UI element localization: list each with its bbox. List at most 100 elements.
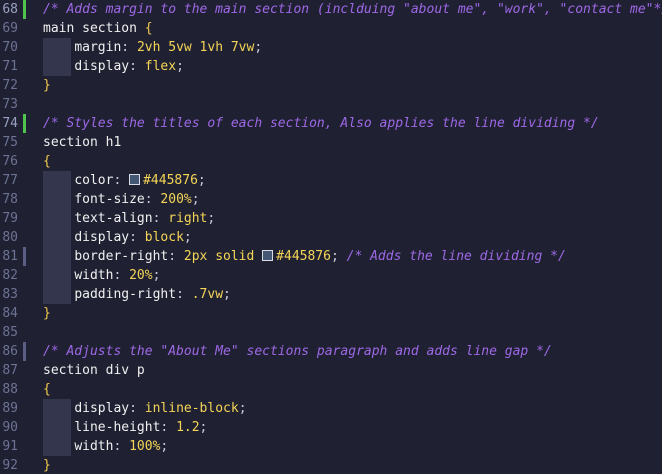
git-modified-indicator (23, 342, 26, 361)
token-punct: ; (254, 40, 263, 55)
token-prop: display (74, 401, 130, 416)
code-line[interactable]: 73 (0, 95, 662, 114)
code-text: } (43, 304, 51, 323)
token-value: 2px solid (183, 249, 263, 264)
code-text: display: flex; (43, 57, 184, 76)
line-number: 73 (2, 97, 18, 112)
line-number: 84 (2, 306, 18, 321)
code-line[interactable]: 70 margin: 2vh 5vw 1vh 7vw; (0, 38, 662, 57)
line-number: 80 (2, 230, 18, 245)
token-prop: font-size (74, 192, 145, 207)
color-swatch-icon[interactable] (129, 174, 141, 185)
token-value: right (168, 211, 208, 226)
token-value: 20% (129, 268, 153, 283)
code-line[interactable]: 85 (0, 323, 662, 342)
code-line[interactable]: 82 width: 20%; (0, 266, 662, 285)
token-punct: : (121, 40, 137, 55)
code-line[interactable]: 76 { (0, 152, 662, 171)
token-punct: : (168, 249, 184, 264)
code-text: color: #445876; (43, 171, 205, 190)
code-editor[interactable]: 68 /* Adds margin to the main section (in… (0, 0, 662, 474)
token-value: 2vh 5vw 1vh 7vw (136, 40, 255, 55)
code-text: } (43, 456, 51, 474)
code-line[interactable]: 77 color: #445876; (0, 171, 662, 190)
token-punct: : (152, 211, 169, 226)
code-line[interactable]: 88 { (0, 380, 662, 399)
code-line[interactable]: 90 line-height: 1.2; (0, 418, 662, 437)
line-number: 76 (2, 154, 18, 169)
code-text: line-height: 1.2; (43, 418, 207, 437)
code-text: font-size: 200%; (43, 190, 199, 209)
code-line[interactable]: 79 text-align: right; (0, 209, 662, 228)
line-number: 81 (2, 249, 18, 264)
token-brace: } (43, 78, 51, 93)
git-added-indicator (23, 0, 26, 19)
token-prop: text-align (74, 211, 153, 226)
code-line[interactable]: 86 /* Adjusts the "About Me" sections par… (0, 342, 662, 361)
line-number: 79 (2, 211, 18, 226)
code-text: section h1 (43, 133, 121, 152)
git-added-indicator (23, 114, 26, 133)
code-line[interactable]: 81 border-right: 2px solid #445876; /* A… (0, 247, 662, 266)
code-line[interactable]: 83 padding-right: .7vw; (0, 285, 662, 304)
token-comment: /* Adds the line dividing */ (346, 249, 566, 264)
line-number: 86 (2, 344, 18, 359)
code-text: } (43, 76, 51, 95)
code-line[interactable]: 91 width: 100%; (0, 437, 662, 456)
code-line[interactable]: 75 section h1 (0, 133, 662, 152)
token-value: 200% (160, 192, 192, 207)
code-line[interactable]: 78 font-size: 200%; (0, 190, 662, 209)
line-number: 90 (2, 420, 18, 435)
token-punct: ; (207, 211, 216, 226)
line-number: 75 (2, 135, 18, 150)
line-number: 87 (2, 363, 18, 378)
token-comment: /* Styles the titles of each section, Al… (43, 116, 599, 131)
token-punct: ; (199, 420, 208, 435)
token-punct: : (129, 401, 145, 416)
token-value: .7vw (191, 287, 224, 302)
code-line[interactable]: 92} (0, 456, 662, 474)
token-punct: ; (160, 439, 169, 454)
line-number: 88 (2, 382, 18, 397)
code-line[interactable]: 89 display: inline-block; (0, 399, 662, 418)
line-number: 82 (2, 268, 18, 283)
code-text: { (43, 152, 51, 171)
line-number: 77 (2, 173, 18, 188)
line-number: 69 (2, 21, 18, 36)
code-line[interactable]: 68 /* Adds margin to the main section (in… (0, 0, 662, 19)
code-text: display: inline-block; (43, 399, 246, 418)
code-line[interactable]: 80 display: block; (0, 228, 662, 247)
code-text: /* Styles the titles of each section, Al… (43, 114, 599, 133)
token-value: inline-block (144, 401, 239, 416)
code-line[interactable]: 87 section div p (0, 361, 662, 380)
token-value: #445876 (276, 249, 331, 264)
token-brace: { (43, 154, 51, 169)
code-text: padding-right: .7vw; (43, 285, 231, 304)
token-punct: : (160, 420, 177, 435)
line-number: 78 (2, 192, 18, 207)
code-text: /* Adds margin to the main section (incl… (43, 0, 662, 19)
code-line[interactable]: 71 display: flex; (0, 57, 662, 76)
token-punct: : (144, 192, 161, 207)
line-number: 74 (2, 116, 18, 131)
code-text: main section { (43, 19, 153, 38)
code-line[interactable]: 84} (0, 304, 662, 323)
code-text: border-right: 2px solid #445876; /* Adds… (43, 247, 566, 266)
code-text: width: 20%; (43, 266, 160, 285)
line-number: 70 (2, 40, 18, 55)
token-brace: } (43, 306, 51, 321)
code-line[interactable]: 72} (0, 76, 662, 95)
code-line[interactable]: 69 main section { (0, 19, 662, 38)
color-swatch-icon[interactable] (262, 250, 274, 261)
code-line[interactable]: 74 /* Styles the titles of each section, … (0, 114, 662, 133)
token-prop: display (74, 230, 130, 245)
token-punct: ; (152, 268, 161, 283)
